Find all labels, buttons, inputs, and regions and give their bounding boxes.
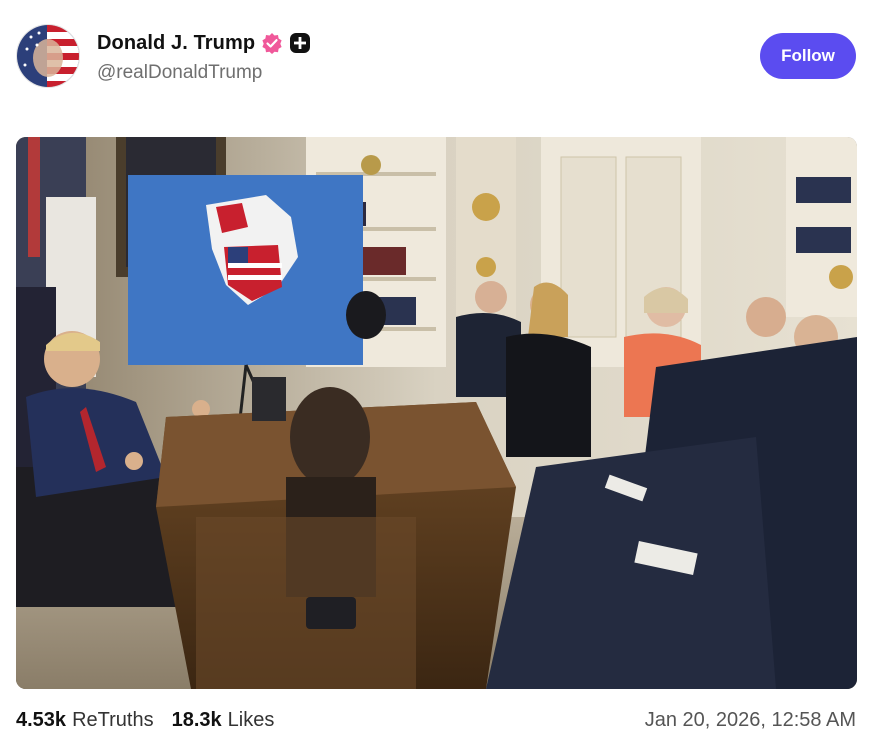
retruths-stat[interactable]: 4.53k ReTruths <box>16 709 154 732</box>
post-header: Donald J. Trump @realDonaldTrump Follow <box>16 24 856 90</box>
user-handle[interactable]: @realDonaldTrump <box>97 62 311 84</box>
likes-count: 18.3k <box>171 708 222 731</box>
display-name[interactable]: Donald J. Trump <box>97 32 255 55</box>
retruths-label: ReTruths <box>72 708 154 731</box>
profile-avatar[interactable] <box>16 24 80 88</box>
verified-badge-icon <box>261 32 283 54</box>
post-timestamp[interactable]: Jan 20, 2026, 12:58 AM <box>645 709 856 732</box>
follow-button[interactable]: Follow <box>760 33 856 79</box>
display-name-row: Donald J. Trump <box>97 30 311 56</box>
likes-label: Likes <box>227 708 275 731</box>
retruths-count: 4.53k <box>16 708 67 731</box>
post-footer: 4.53k ReTruths 18.3k Likes Jan 20, 2026,… <box>16 706 856 734</box>
post-photo[interactable] <box>16 137 857 689</box>
plus-badge-icon <box>289 32 311 54</box>
user-names: Donald J. Trump @realDonaldTrump <box>97 30 311 84</box>
likes-stat[interactable]: 18.3k Likes <box>172 709 275 732</box>
